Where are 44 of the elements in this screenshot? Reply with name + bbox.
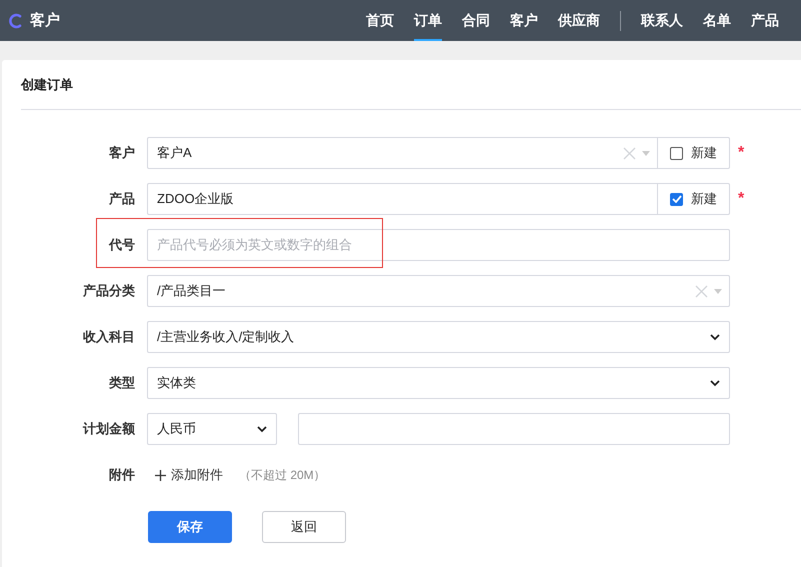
field-label: 收入科目	[82, 328, 135, 346]
card-title: 创建订单	[21, 76, 74, 93]
input-field[interactable]: ZDOO企业版	[147, 183, 658, 215]
new-checkbox[interactable]: 新建	[658, 137, 730, 169]
required-mark: *	[738, 144, 744, 162]
combo-box[interactable]: 客户A	[147, 137, 658, 169]
nav-tab[interactable]: 供应商	[558, 0, 600, 41]
clear-icon[interactable]	[623, 146, 636, 160]
field-label: 代号	[108, 236, 135, 254]
new-checkbox[interactable]: 新建	[658, 183, 730, 215]
amount-input[interactable]	[298, 413, 730, 445]
field-label: 客户	[108, 144, 135, 162]
nav-tab[interactable]: 首页	[366, 0, 394, 41]
currency-select[interactable]: 人民币	[147, 413, 277, 445]
nav-tab[interactable]: 合同	[462, 0, 490, 41]
nav-tab[interactable]: 名单	[703, 0, 731, 41]
logo-icon	[8, 12, 22, 28]
nav-tab[interactable]: 订单	[414, 0, 442, 41]
field-label: 类型	[108, 374, 135, 392]
save-button[interactable]: 保存	[148, 511, 232, 543]
caret-icon	[714, 288, 722, 294]
clear-icon[interactable]	[695, 284, 708, 298]
back-button[interactable]: 返回	[262, 511, 346, 543]
checkbox[interactable]	[670, 192, 683, 206]
plus-icon	[155, 470, 166, 480]
field-label: 产品	[108, 190, 135, 208]
nav-tab[interactable]: 客户	[510, 0, 538, 41]
combo-box[interactable]: /产品类目一	[147, 275, 730, 307]
field-label: 产品分类	[82, 282, 135, 300]
caret-icon	[642, 150, 650, 156]
select-field[interactable]: 实体类	[147, 367, 730, 399]
field-label: 计划金额	[82, 420, 135, 438]
required-mark: *	[738, 190, 744, 208]
nav-tab[interactable]: 产品	[751, 0, 779, 41]
chevron-icon	[257, 426, 267, 432]
chevron-icon	[710, 380, 720, 386]
chevron-icon	[710, 334, 720, 340]
checkbox[interactable]	[670, 146, 683, 160]
nav-tab[interactable]: 联系人	[641, 0, 683, 41]
select-field[interactable]: /主营业务收入/定制收入	[147, 321, 730, 353]
add-attachment-link[interactable]: 添加附件	[155, 466, 223, 484]
size-hint: （不超过 20M）	[239, 466, 326, 484]
app-title: 客户	[30, 11, 60, 30]
field-label: 附件	[108, 466, 135, 484]
